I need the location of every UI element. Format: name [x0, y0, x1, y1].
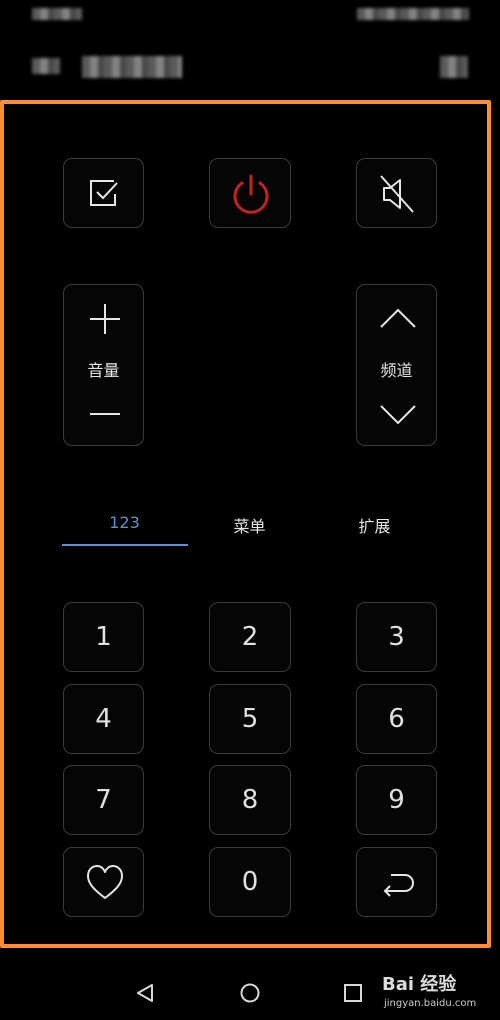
key-1[interactable]: 1	[63, 602, 144, 672]
channel-up-button[interactable]	[357, 285, 438, 345]
nav-back-icon[interactable]	[134, 982, 156, 1004]
checkbox-icon	[90, 180, 118, 206]
channel-label: 频道	[380, 361, 413, 380]
header-title-pixelated	[82, 56, 182, 78]
nav-recents-icon[interactable]	[343, 983, 363, 1003]
volume-label: 音量	[87, 361, 120, 380]
tab-extend[interactable]: 扩展	[312, 513, 437, 537]
select-button[interactable]	[63, 158, 144, 228]
active-tab-indicator	[62, 544, 188, 546]
nav-home-icon[interactable]	[239, 982, 261, 1004]
tab-menu[interactable]: 菜单	[187, 513, 312, 537]
back-button[interactable]	[356, 847, 437, 917]
volume-up-button[interactable]	[64, 285, 145, 345]
volume-control: 音量	[63, 284, 144, 446]
heart-icon	[87, 865, 123, 899]
status-bar-left-pixelated	[32, 8, 82, 20]
volume-down-button[interactable]	[64, 385, 145, 445]
key-6[interactable]: 6	[356, 684, 437, 754]
key-5[interactable]: 5	[209, 684, 291, 754]
watermark-url: jingyan.baidu.com	[384, 998, 477, 1009]
mute-icon	[380, 175, 414, 213]
return-icon	[383, 874, 414, 897]
key-8[interactable]: 8	[209, 765, 291, 835]
key-2[interactable]: 2	[209, 602, 291, 672]
baidu-jingyan-watermark: Bai 经验 jingyan.baidu.com	[382, 970, 494, 1016]
status-bar-right-pixelated	[357, 8, 469, 20]
power-button[interactable]	[209, 158, 291, 228]
mute-button[interactable]	[356, 158, 437, 228]
key-3[interactable]: 3	[356, 602, 437, 672]
key-9[interactable]: 9	[356, 765, 437, 835]
power-icon	[233, 174, 269, 214]
channel-down-button[interactable]	[357, 385, 438, 445]
channel-control: 频道	[356, 284, 437, 446]
header-action-pixelated	[440, 56, 468, 78]
key-7[interactable]: 7	[63, 765, 144, 835]
header-back-pixelated	[32, 58, 60, 74]
key-0[interactable]: 0	[209, 847, 291, 917]
watermark-main: Bai 经验	[382, 974, 457, 995]
tab-123[interactable]: 123	[62, 513, 187, 532]
key-4[interactable]: 4	[63, 684, 144, 754]
favorite-button[interactable]	[63, 847, 144, 917]
